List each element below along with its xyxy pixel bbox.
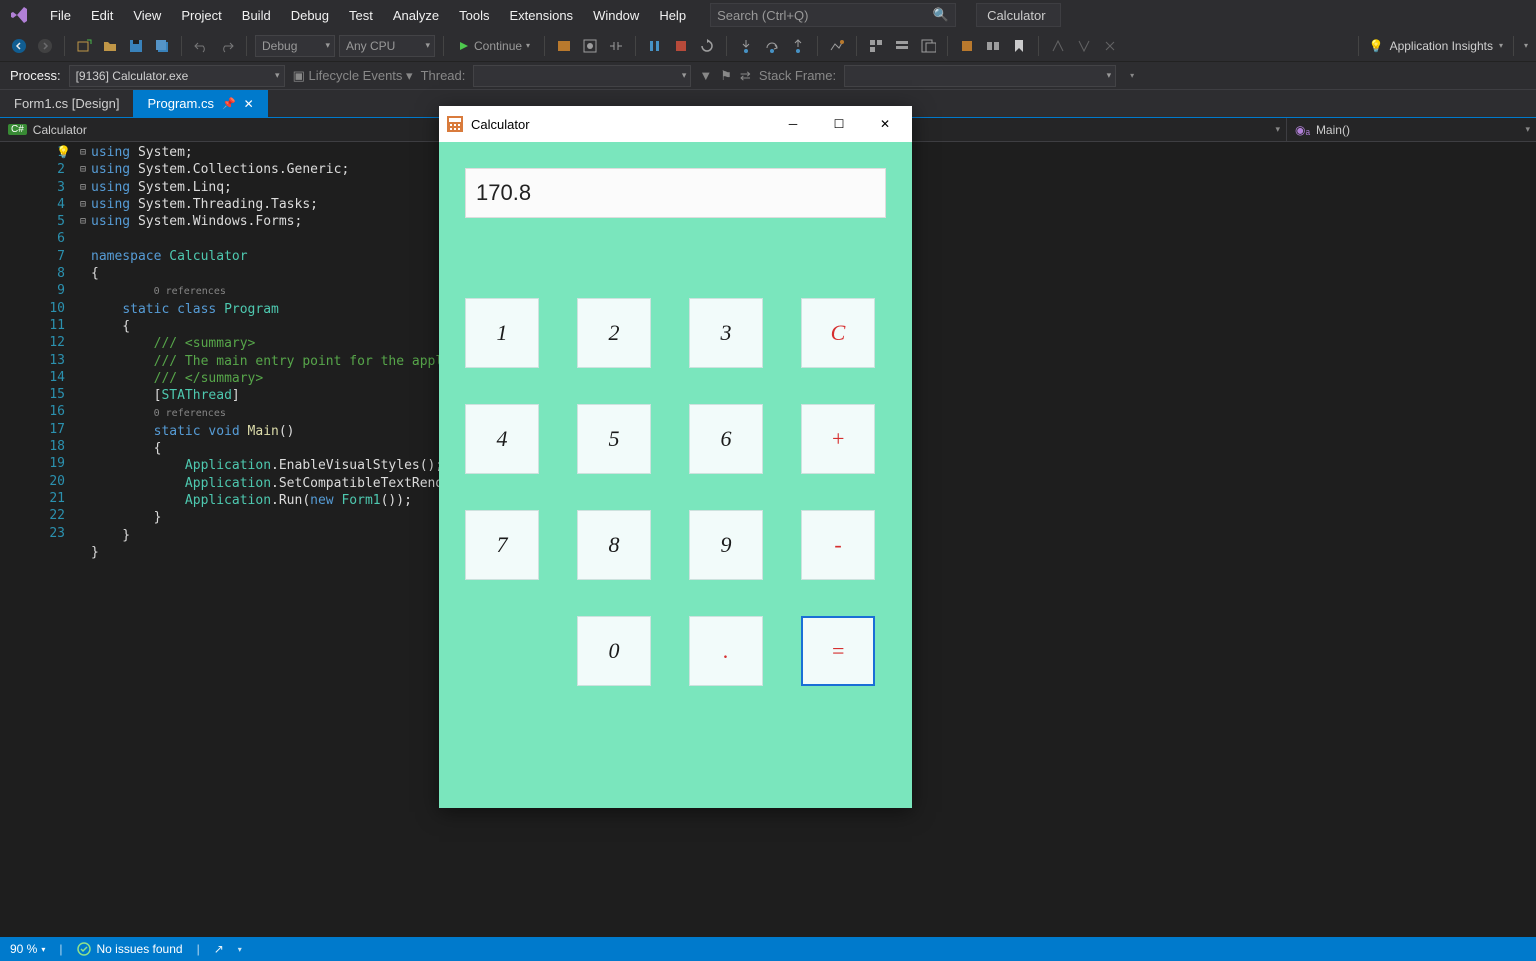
menu-tools[interactable]: Tools bbox=[449, 4, 499, 27]
main-toolbar: Debug Any CPU Continue ▾ 💡 Application I… bbox=[0, 30, 1536, 62]
calc-key-4[interactable]: 4 bbox=[465, 404, 539, 474]
step-into-button[interactable] bbox=[735, 35, 757, 57]
stop-button[interactable] bbox=[670, 35, 692, 57]
calc-key-equals[interactable]: = bbox=[801, 616, 875, 686]
calc-key-8[interactable]: 8 bbox=[577, 510, 651, 580]
menu-project[interactable]: Project bbox=[171, 4, 231, 27]
calc-key-minus[interactable]: - bbox=[801, 510, 875, 580]
debug-location-toolbar: Process: [9136] Calculator.exe ▣ Lifecyc… bbox=[0, 62, 1536, 90]
toolbar-btn-3[interactable] bbox=[605, 35, 627, 57]
method-icon: ◉ₐ bbox=[1295, 123, 1310, 137]
filter-icon[interactable]: ▼ bbox=[699, 68, 712, 83]
thread-combo[interactable] bbox=[473, 65, 691, 87]
new-project-button[interactable] bbox=[73, 35, 95, 57]
step-out-button[interactable] bbox=[787, 35, 809, 57]
quick-launch-search[interactable]: Search (Ctrl+Q) 🔍 bbox=[710, 3, 956, 27]
calculator-title: Calculator bbox=[471, 117, 530, 132]
menu-build[interactable]: Build bbox=[232, 4, 281, 27]
app-icon bbox=[447, 116, 463, 132]
toolbar-btn-1[interactable] bbox=[553, 35, 575, 57]
thread-label: Thread: bbox=[421, 68, 466, 83]
calc-key-dot[interactable]: . bbox=[689, 616, 763, 686]
menu-file[interactable]: File bbox=[40, 4, 81, 27]
stack-icon[interactable]: ⇄ bbox=[740, 68, 751, 84]
calc-key-0[interactable]: 0 bbox=[577, 616, 651, 686]
calc-key-6[interactable]: 6 bbox=[689, 404, 763, 474]
process-combo[interactable]: [9136] Calculator.exe bbox=[69, 65, 285, 87]
pause-button[interactable] bbox=[644, 35, 666, 57]
diag-btn-2[interactable] bbox=[865, 35, 887, 57]
calc-key-1[interactable]: 1 bbox=[465, 298, 539, 368]
diag-btn-7[interactable] bbox=[1047, 35, 1069, 57]
toolbar-btn-2[interactable] bbox=[579, 35, 601, 57]
solution-selector[interactable]: Calculator bbox=[976, 3, 1061, 27]
process-label: Process: bbox=[10, 68, 61, 83]
calc-key-5[interactable]: 5 bbox=[577, 404, 651, 474]
menu-window[interactable]: Window bbox=[583, 4, 649, 27]
diag-btn-4[interactable] bbox=[917, 35, 939, 57]
open-file-button[interactable] bbox=[99, 35, 121, 57]
maximize-button[interactable]: ☐ bbox=[816, 109, 862, 139]
search-icon: 🔍 bbox=[933, 7, 949, 23]
menu-edit[interactable]: Edit bbox=[81, 4, 123, 27]
app-insights-button[interactable]: Application Insights bbox=[1390, 39, 1493, 53]
lightbulb-icon[interactable]: 💡 bbox=[56, 144, 71, 161]
menu-help[interactable]: Help bbox=[649, 4, 696, 27]
bookmark-button[interactable] bbox=[1008, 35, 1030, 57]
nav-back-button[interactable] bbox=[8, 35, 30, 57]
menubar: FileEditViewProjectBuildDebugTestAnalyze… bbox=[0, 0, 1536, 30]
calc-key-7[interactable]: 7 bbox=[465, 510, 539, 580]
config-combo[interactable]: Debug bbox=[255, 35, 335, 57]
menu-extensions[interactable]: Extensions bbox=[499, 4, 583, 27]
calc-key-9[interactable]: 9 bbox=[689, 510, 763, 580]
restart-button[interactable] bbox=[696, 35, 718, 57]
continue-button[interactable]: Continue ▾ bbox=[452, 39, 536, 53]
diag-btn-5[interactable] bbox=[956, 35, 978, 57]
tab-form1-design[interactable]: Form1.cs [Design] bbox=[0, 90, 133, 117]
menu-analyze[interactable]: Analyze bbox=[383, 4, 449, 27]
nav-fwd-button[interactable] bbox=[34, 35, 56, 57]
redo-button[interactable] bbox=[216, 35, 238, 57]
diag-btn-6[interactable] bbox=[982, 35, 1004, 57]
issues-status[interactable]: No issues found bbox=[97, 942, 183, 956]
calc-key-clear[interactable]: C bbox=[801, 298, 875, 368]
zoom-level[interactable]: 90 %▾ bbox=[10, 942, 45, 956]
calc-key-2[interactable]: 2 bbox=[577, 298, 651, 368]
diag-btn-9[interactable] bbox=[1099, 35, 1121, 57]
stackframe-combo[interactable] bbox=[844, 65, 1116, 87]
csharp-badge-icon: C# bbox=[8, 124, 27, 135]
vs-logo-icon bbox=[6, 2, 32, 28]
stackframe-label: Stack Frame: bbox=[759, 68, 836, 83]
search-placeholder: Search (Ctrl+Q) bbox=[717, 8, 808, 23]
calculator-app-window: Calculator ─ ☐ ✕ 170.8 123C 456 +789- 0. = bbox=[439, 106, 912, 808]
tab-program-cs[interactable]: Program.cs 📌 ✕ bbox=[133, 90, 267, 117]
status-bar: 90 %▾ | No issues found | ↗ ▾ bbox=[0, 937, 1536, 961]
bulb-icon: 💡 bbox=[1369, 39, 1384, 53]
calculator-display[interactable]: 170.8 bbox=[465, 168, 886, 218]
undo-button[interactable] bbox=[190, 35, 212, 57]
flag-icon[interactable]: ⚑ bbox=[720, 68, 732, 84]
nav-member-combo[interactable]: ◉ₐ Main() bbox=[1286, 118, 1536, 141]
arrow-icon[interactable]: ↗ bbox=[214, 942, 224, 956]
lifecycle-button[interactable]: ▣ Lifecycle Events ▾ bbox=[293, 68, 413, 84]
menu-debug[interactable]: Debug bbox=[281, 4, 339, 27]
menu-test[interactable]: Test bbox=[339, 4, 383, 27]
menu-view[interactable]: View bbox=[123, 4, 171, 27]
close-button[interactable]: ✕ bbox=[862, 109, 908, 139]
diag-btn-1[interactable] bbox=[826, 35, 848, 57]
calc-key-3[interactable]: 3 bbox=[689, 298, 763, 368]
step-over-button[interactable] bbox=[761, 35, 783, 57]
calculator-titlebar[interactable]: Calculator ─ ☐ ✕ bbox=[439, 106, 912, 142]
platform-combo[interactable]: Any CPU bbox=[339, 35, 435, 57]
close-tab-icon[interactable]: ✕ bbox=[244, 97, 254, 111]
save-button[interactable] bbox=[125, 35, 147, 57]
save-all-button[interactable] bbox=[151, 35, 173, 57]
diag-btn-8[interactable] bbox=[1073, 35, 1095, 57]
pin-icon[interactable]: 📌 bbox=[222, 97, 236, 110]
minimize-button[interactable]: ─ bbox=[770, 109, 816, 139]
calc-key-plus[interactable]: + bbox=[801, 404, 875, 474]
diag-btn-3[interactable] bbox=[891, 35, 913, 57]
check-icon: No issues found bbox=[77, 942, 183, 956]
